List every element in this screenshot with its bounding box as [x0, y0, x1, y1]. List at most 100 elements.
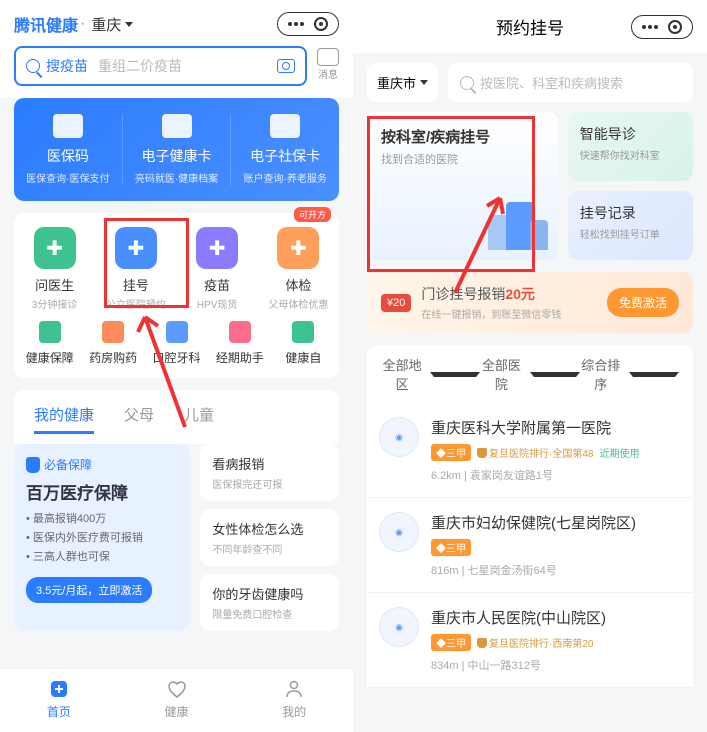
tip-checkup[interactable]: 女性体检怎么选不同年龄查不同: [200, 509, 339, 566]
card-sub: 亮码就医·健康档案: [123, 170, 231, 185]
card-title: 电子社保卡: [231, 146, 339, 166]
grid-small-4[interactable]: 健康自: [272, 321, 335, 368]
insurance-line: 三高人群也可保: [26, 548, 178, 564]
city-selector[interactable]: 重庆: [91, 14, 133, 35]
trophy-icon: [477, 638, 487, 648]
heart-icon: [165, 677, 189, 701]
insurance-line: 最高报销400万: [26, 510, 178, 526]
tip-sub: 医保报完还可报: [212, 476, 327, 491]
brand: 腾讯健康: [14, 12, 78, 36]
card-sub: 账户查询·养老服务: [231, 170, 339, 185]
grid-small-3[interactable]: 经期助手: [208, 321, 271, 368]
miniprogram-menu[interactable]: [631, 15, 693, 39]
grid-small-0[interactable]: 健康保障: [18, 321, 81, 368]
banner-sub: 在线一键报销，到账至微信零钱: [421, 306, 607, 321]
insurance-line: 医保内外医疗费可报销: [26, 529, 178, 545]
required-badge: 必备保障: [26, 456, 178, 473]
filter-region[interactable]: 全部地区: [381, 355, 480, 393]
level-tag: ◆三甲: [431, 539, 471, 556]
qr-icon: [53, 114, 83, 138]
service-icon: [292, 321, 314, 343]
card-medical-code[interactable]: 医保码医保查询·医保支付: [14, 114, 123, 185]
hospital-item[interactable]: ◉重庆医科大学附属第一医院◆三甲复旦医院排行·全国第48近期使用6.2km | …: [367, 403, 693, 498]
records-card[interactable]: 挂号记录轻松找到挂号订单: [568, 191, 693, 260]
rank-tag: 复旦医院排行·全国第48: [477, 445, 593, 460]
promo-banner[interactable]: ¥20 门诊挂号报销20元 在线一键报销，到账至微信零钱 免费激活: [367, 272, 693, 333]
caret-down-icon: [530, 372, 580, 377]
activate-button[interactable]: 3.5元/月起，立即激活: [26, 577, 152, 603]
grid-title: 体检: [258, 275, 339, 294]
card-icon: [162, 114, 192, 138]
hospital-logo: ◉: [379, 417, 419, 457]
page-title: 预约挂号: [496, 14, 564, 39]
hospital-name: 重庆医科大学附属第一医院: [431, 417, 681, 438]
recent-tag: 近期使用: [599, 445, 639, 460]
feat-title: 智能导诊: [580, 124, 681, 144]
filter-bar: 全部地区 全部医院 综合排序: [367, 345, 693, 403]
nav-home[interactable]: 首页: [0, 677, 118, 720]
search-placeholder: 按医院、科室和疾病搜索: [480, 73, 623, 92]
hospital-name: 重庆市妇幼保健院(七星岗院区): [431, 512, 681, 533]
grid-title: 经期助手: [208, 349, 271, 366]
hospital-addr: 834m | 中山一路312号: [431, 657, 681, 673]
message-icon: [317, 48, 339, 66]
grid-title: 健康保障: [18, 349, 81, 366]
coupon-icon: ¥20: [381, 294, 411, 312]
highlight-box-left: [104, 218, 189, 308]
hospital-addr: 816m | 七星岗金汤街64号: [431, 562, 681, 578]
user-icon: [282, 677, 306, 701]
city-label: 重庆: [91, 14, 121, 35]
nav-me[interactable]: 我的: [235, 677, 353, 720]
tip-reimburse[interactable]: 看病报销医保报完还可报: [200, 444, 339, 501]
grid-item-3[interactable]: ✚体检父母体检优惠: [258, 227, 339, 311]
service-icon: [102, 321, 124, 343]
card-health-card[interactable]: 电子健康卡亮码就医·健康档案: [123, 114, 232, 185]
nav-label: 首页: [47, 705, 71, 719]
tip-sub: 限量免费口腔检查: [212, 606, 327, 621]
service-icon: ✚: [277, 227, 319, 269]
grid-item-0[interactable]: ✚问医生3分钟接诊: [14, 227, 95, 311]
search-input[interactable]: 搜疫苗 重组二价疫苗: [14, 46, 307, 86]
trophy-icon: [477, 448, 487, 458]
bottom-nav: 首页 健康 我的: [0, 668, 353, 732]
target-icon: [668, 20, 682, 34]
card-social-card[interactable]: 电子社保卡账户查询·养老服务: [231, 114, 339, 185]
hospital-list: ◉重庆医科大学附属第一医院◆三甲复旦医院排行·全国第48近期使用6.2km | …: [367, 403, 693, 688]
search-icon: [460, 76, 474, 90]
insurance-card[interactable]: 必备保障 百万医疗保障 最高报销400万 医保内外医疗费可报销 三高人群也可保 …: [14, 444, 190, 631]
activate-button[interactable]: 免费激活: [607, 288, 679, 317]
grid-title: 问医生: [14, 275, 95, 294]
hospital-name: 重庆市人民医院(中山院区): [431, 607, 681, 628]
smart-triage-card[interactable]: 智能导诊快速帮你找对科室: [568, 112, 693, 181]
miniprogram-menu[interactable]: [277, 12, 339, 36]
feat-sub: 快速帮你找对科室: [580, 147, 681, 162]
plus-icon: [47, 677, 71, 701]
messages-button[interactable]: 消息: [317, 46, 339, 86]
tab-my-health[interactable]: 我的健康: [34, 404, 94, 434]
grid-title: 健康自: [272, 349, 335, 366]
tip-title: 看病报销: [212, 454, 327, 473]
nav-label: 我的: [282, 705, 306, 719]
nav-label: 健康: [165, 705, 189, 719]
filter-sort[interactable]: 综合排序: [580, 355, 679, 393]
rank-tag: 复旦医院排行·西南第20: [477, 635, 593, 650]
annotation-arrow-left: [130, 302, 190, 432]
camera-icon[interactable]: [277, 59, 295, 73]
tip-dental[interactable]: 你的牙齿健康吗限量免费口腔检查: [200, 574, 339, 631]
service-icon: ✚: [196, 227, 238, 269]
search-hint: 重组二价疫苗: [98, 56, 182, 76]
card-sub: 医保查询·医保支付: [14, 170, 122, 185]
hospital-item[interactable]: ◉重庆市妇幼保健院(七星岗院区)◆三甲816m | 七星岗金汤街64号: [367, 498, 693, 593]
insurance-title: 百万医疗保障: [26, 479, 178, 504]
hospital-item[interactable]: ◉重庆市人民医院(中山院区)◆三甲复旦医院排行·西南第20834m | 中山一路…: [367, 593, 693, 688]
caret-down-icon: [420, 80, 428, 85]
more-icon: [642, 25, 658, 29]
nav-health[interactable]: 健康: [118, 677, 236, 720]
grid-sub: 3分钟接诊: [14, 296, 95, 311]
city-selector[interactable]: 重庆市: [367, 63, 438, 102]
more-icon: [288, 22, 304, 26]
filter-hospital[interactable]: 全部医院: [480, 355, 579, 393]
tip-title: 女性体检怎么选: [212, 519, 327, 538]
search-input[interactable]: 按医院、科室和疾病搜索: [448, 63, 693, 102]
caret-down-icon: [125, 22, 133, 27]
